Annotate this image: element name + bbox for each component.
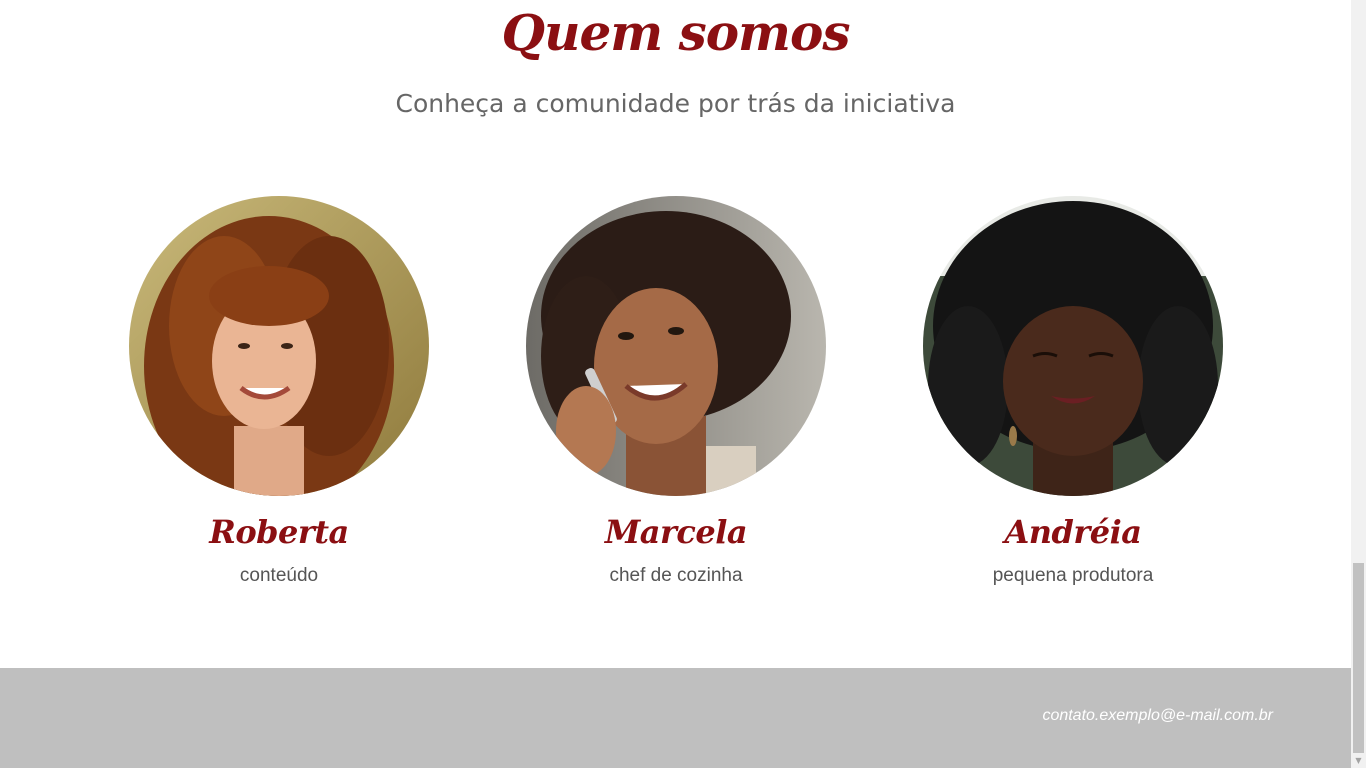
member-card-roberta: Roberta conteúdo xyxy=(129,196,429,588)
chevron-down-icon[interactable]: ▼ xyxy=(1351,753,1366,768)
member-photo-roberta-image xyxy=(129,196,429,496)
member-photo-marcela xyxy=(526,196,826,496)
member-photo-andreia xyxy=(923,196,1223,496)
member-role: chef de cozinha xyxy=(609,565,743,586)
page: Quem somos Conheça a comunidade por trás… xyxy=(0,0,1351,768)
scrollbar-thumb[interactable] xyxy=(1353,563,1364,753)
member-role: pequena produtora xyxy=(992,565,1154,586)
member-photo-andreia-image xyxy=(923,196,1223,496)
member-role: conteúdo xyxy=(239,565,319,586)
section-title: Quem somos xyxy=(501,3,851,62)
footer-email-link[interactable]: contato.exemplo@e-mail.com.br xyxy=(1042,707,1273,725)
member-name: Marcela xyxy=(604,513,748,551)
member-photo-roberta xyxy=(129,196,429,496)
member-name: Roberta xyxy=(209,513,349,551)
member-card-andreia: Andréia pequena produtora xyxy=(923,196,1223,588)
member-card-marcela: Marcela chef de cozinha xyxy=(526,196,826,588)
member-name: Andréia xyxy=(1004,513,1142,551)
footer: contato.exemplo@e-mail.com.br xyxy=(0,668,1351,768)
vertical-scrollbar[interactable]: ▼ xyxy=(1351,0,1366,768)
section-subtitle: Conheça a comunidade por trás da iniciat… xyxy=(395,89,956,118)
member-photo-marcela-image xyxy=(526,196,826,496)
